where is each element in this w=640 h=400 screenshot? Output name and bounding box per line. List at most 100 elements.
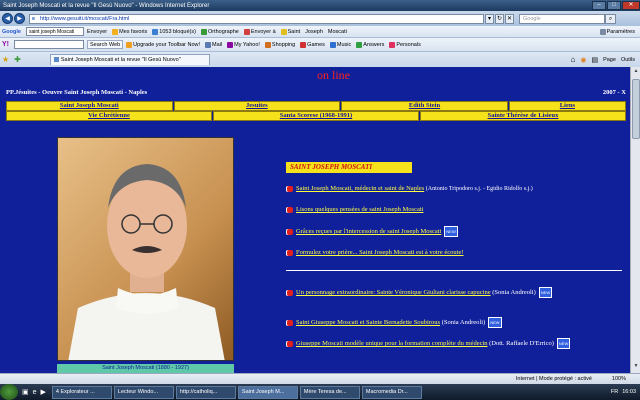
my-yahoo-button[interactable]: My Yahoo! [227,41,260,48]
portrait-illustration [68,164,225,360]
article-link[interactable]: Saint Joseph Moscati, médecin et saint d… [296,185,424,192]
vertical-scrollbar[interactable]: ▲ ▼ [630,67,640,373]
bullet-icon [286,185,293,192]
nav-edith-stein[interactable]: Edith Stein [341,101,508,111]
article-link[interactable]: Saint Giuseppe Moscati et Sainte Bernade… [296,319,440,326]
org-name: PP.Jésuites - Oeuvre Saint Joseph Moscat… [6,89,148,96]
upgrade-button[interactable]: Upgrade your Toolbar Now! [126,41,200,48]
dropdown-icon[interactable]: ▾ [485,13,494,24]
print-icon[interactable]: ▤ [591,56,598,64]
yahoo-icon [227,41,234,48]
tab-row: ★ ✚ Saint Joseph Moscati et la revue "Il… [0,52,640,67]
ie-icon[interactable]: e [33,389,37,396]
answers-button[interactable]: Answers [356,41,384,48]
personals-button[interactable]: Personals [389,41,421,48]
warning-icon [126,41,133,48]
photo-caption: Saint Joseph Moscati (1880 - 1927) [57,364,234,373]
task-explorer[interactable]: 4 Explorateur ... [51,385,112,399]
yahoo-search-input[interactable] [14,40,84,49]
article-link[interactable]: Giuseppe Moscati modèle unique pour la f… [296,340,488,347]
quicklaunch-icon[interactable]: ▣ [22,388,29,396]
games-button[interactable]: Games [300,41,325,48]
chip-saint[interactable]: Saint [280,28,300,35]
nav-sainte-therese[interactable]: Sainte Thérèse de Lisieux [420,111,626,121]
send-to-button[interactable]: Envoyer à [243,28,276,35]
list-item: Saint Joseph Moscati, médecin et saint d… [286,184,626,194]
portrait-photo [57,137,234,361]
tools-menu[interactable]: Outils [621,57,635,63]
pen-icon [280,28,287,35]
popup-blocker-button[interactable]: 1053 bloqué(s) [152,28,196,35]
task-media-player[interactable]: Lecteur Windo... [113,385,174,399]
close-button[interactable]: ✕ [622,1,640,10]
task-mere-teresa[interactable]: Mère Teresa de... [299,385,360,399]
add-favorite-icon[interactable]: ✚ [14,55,21,64]
scroll-up-icon[interactable]: ▲ [632,68,640,77]
stop-icon[interactable]: ✕ [505,13,514,24]
nav-santa-scorese[interactable]: Santa Scorese (1968-1991) [213,111,419,121]
nav-saint-joseph-moscati[interactable]: Saint Joseph Moscati [6,101,173,111]
music-button[interactable]: Music [329,41,351,48]
media-icon[interactable]: ▶ [41,388,46,396]
nav-menu-row1: Saint Joseph Moscati Jesuites Edith Stei… [6,101,626,111]
site-header: PP.Jésuites - Oeuvre Saint Joseph Moscat… [6,89,626,98]
bullet-icon [286,319,293,326]
yahoo-logo: Y! [2,41,9,48]
minimize-button[interactable]: – [592,1,606,10]
list-item: Saint Giuseppe Moscati et Sainte Bernade… [286,317,626,328]
list-item: Grâces reçues par l'intercession de sain… [286,226,626,237]
spellcheck-button[interactable]: Orthographe [200,28,239,35]
bullet-icon [286,249,293,256]
zoom-level[interactable]: 100% [612,376,626,382]
chip-joseph[interactable]: Joseph [305,29,323,35]
task-catholique[interactable]: http://catholiq... [175,385,236,399]
search-web-button[interactable]: Search Web [87,40,124,49]
bullet-icon [286,289,293,296]
home-icon[interactable]: ⌂ [571,55,576,64]
scroll-down-icon[interactable]: ▼ [632,363,640,372]
article-link[interactable]: Grâces reçues par l'intercession de sain… [296,228,441,235]
search-icon[interactable]: ⌕ [605,13,616,24]
article-link[interactable]: Formulez votre prière... Saint Joseph Mo… [296,249,464,256]
cart-icon [264,41,271,48]
language-indicator[interactable]: FR [611,389,618,395]
new-badge: NEW [556,338,571,349]
clock[interactable]: 16:03 [622,389,636,395]
yahoo-toolbar: Y! Search Web Upgrade your Toolbar Now! … [0,38,640,52]
article-link[interactable]: Un personnage extraordinaire: Sainte Vér… [296,289,491,296]
music-icon [329,41,336,48]
scroll-thumb[interactable] [632,79,640,139]
bullet-icon [286,340,293,347]
maximize-button[interactable]: □ [607,1,621,10]
task-saint-joseph[interactable]: Saint Joseph M... [237,385,298,399]
google-search-input[interactable]: saint joseph Moscati [25,27,84,36]
refresh-icon[interactable]: ↻ [495,13,504,24]
mail-icon [205,41,212,48]
bullet-icon [286,206,293,213]
window-titlebar: Saint Joseph Moscati et la revue "Il Ges… [0,0,640,11]
favorites-star-icon[interactable]: ★ [2,55,9,64]
page-menu[interactable]: Page [603,57,616,63]
chip-moscati[interactable]: Moscati [328,29,347,35]
new-badge: NEW [488,317,502,328]
article-link[interactable]: Lisons quelques pensées de saint Joseph … [296,206,423,213]
feeds-icon[interactable]: ◉ [580,56,586,64]
nav-jesuites[interactable]: Jesuites [173,101,341,111]
list-item: Un personnage extraordinaire: Sainte Vér… [286,287,626,298]
nav-vie-chretienne[interactable]: Vie Chrétienne [6,111,212,121]
tab-active[interactable]: Saint Joseph Moscati et la revue "Il Ges… [49,54,210,65]
start-button[interactable] [0,384,18,400]
nav-liens[interactable]: Liens [508,101,626,111]
task-macromedia[interactable]: Macromedia Dr... [361,385,422,399]
send-button[interactable]: Envoyer [87,29,107,35]
search-input[interactable]: Google [519,13,605,24]
address-bar[interactable]: http://www.gesuiti.it/moscati/Fra.html [29,13,484,24]
back-icon[interactable]: ◀ [2,13,13,24]
new-badge: NEW [538,287,553,298]
mail-button[interactable]: Mail [205,41,222,48]
favorites-button[interactable]: Mes favoris [112,28,147,35]
shopping-button[interactable]: Shopping [264,41,295,48]
forward-icon[interactable]: ▶ [14,13,25,24]
system-tray: FR 16:03 [611,389,640,395]
settings-button[interactable]: Paramètres [599,28,635,35]
